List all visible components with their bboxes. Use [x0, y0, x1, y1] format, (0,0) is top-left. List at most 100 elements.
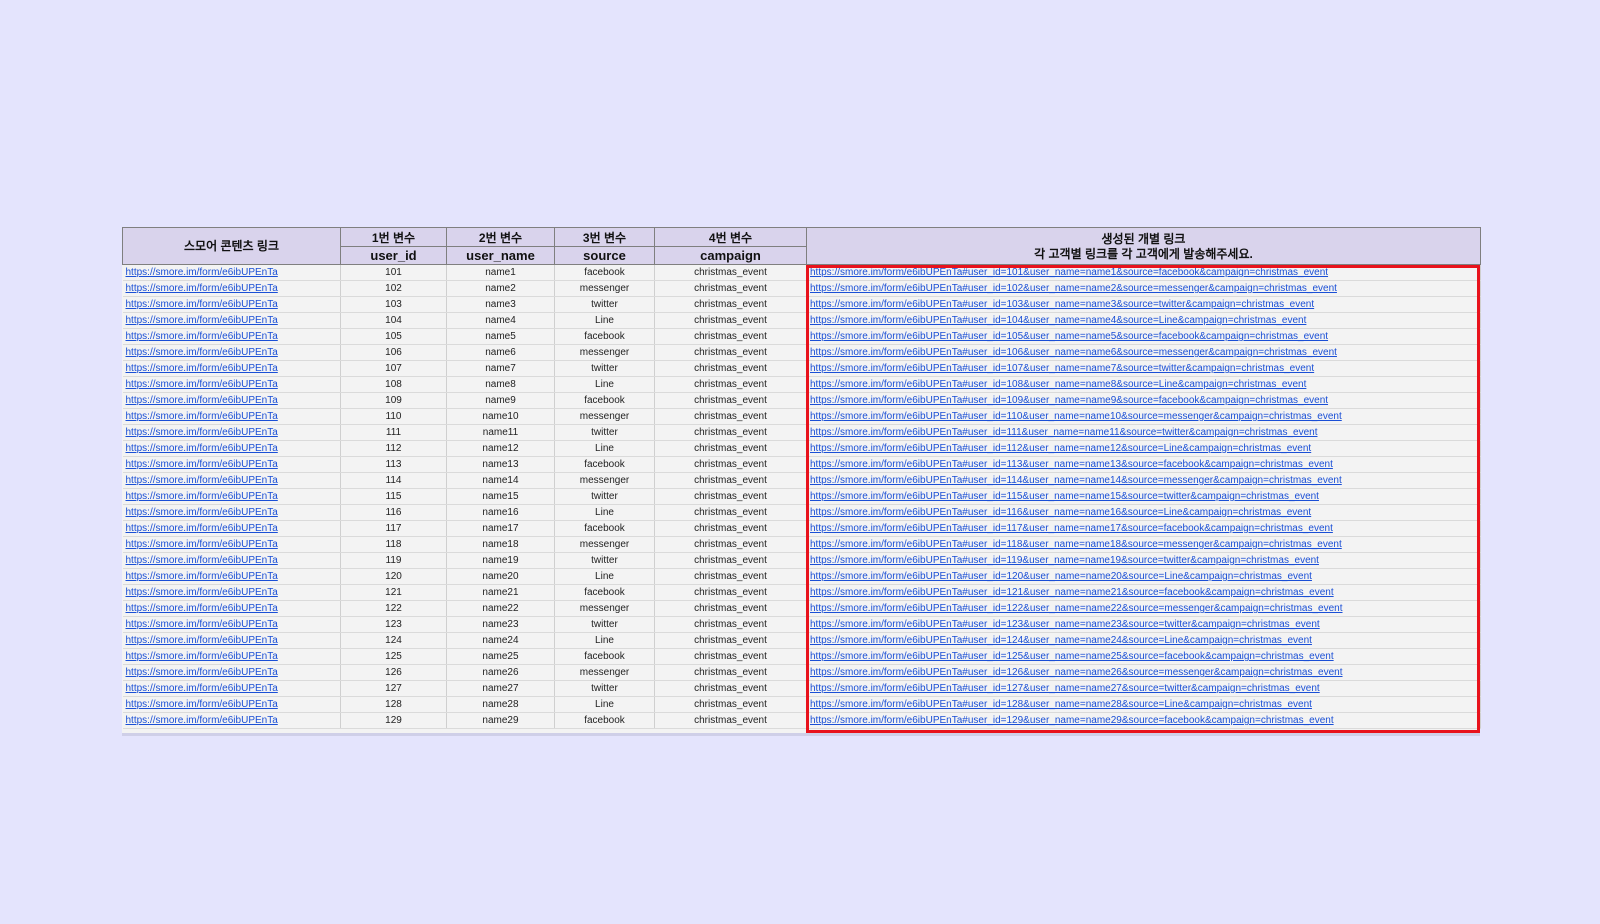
source-cell: Line — [554, 376, 655, 393]
content-link-cell[interactable]: https://smore.im/form/e6ibUPEnTa — [122, 520, 341, 537]
content-link-cell[interactable]: https://smore.im/form/e6ibUPEnTa — [122, 264, 341, 281]
content-link-cell[interactable]: https://smore.im/form/e6ibUPEnTa — [122, 504, 341, 521]
content-link-cell[interactable]: https://smore.im/form/e6ibUPEnTa — [122, 632, 341, 649]
content-link-cell[interactable]: https://smore.im/form/e6ibUPEnTa — [122, 552, 341, 569]
user-id-cell: 126 — [340, 664, 447, 681]
generated-link-cell[interactable]: https://smore.im/form/e6ibUPEnTa#user_id… — [806, 696, 1481, 713]
content-link-cell[interactable]: https://smore.im/form/e6ibUPEnTa — [122, 648, 341, 665]
content-link-cell[interactable]: https://smore.im/form/e6ibUPEnTa — [122, 664, 341, 681]
source-cell: Line — [554, 568, 655, 585]
user-name-cell: name1 — [446, 264, 555, 281]
user-name-cell: name21 — [446, 584, 555, 601]
generated-link-cell[interactable]: https://smore.im/form/e6ibUPEnTa#user_id… — [806, 312, 1481, 329]
table-row: https://smore.im/form/e6ibUPEnTa 110 name1… — [122, 408, 1481, 425]
user-name-cell: name16 — [446, 504, 555, 521]
campaign-cell: christmas_event — [654, 328, 807, 345]
generated-link-cell[interactable]: https://smore.im/form/e6ibUPEnTa#user_id… — [806, 376, 1481, 393]
generated-link-cell[interactable]: https://smore.im/form/e6ibUPEnTa#user_id… — [806, 632, 1481, 649]
content-link-cell[interactable]: https://smore.im/form/e6ibUPEnTa — [122, 344, 341, 361]
header-content-link: 스모어 콘텐츠 링크 — [122, 227, 341, 265]
user-id-cell: 123 — [340, 616, 447, 633]
content-link-cell[interactable]: https://smore.im/form/e6ibUPEnTa — [122, 584, 341, 601]
user-id-cell: 104 — [340, 312, 447, 329]
content-link-cell[interactable]: https://smore.im/form/e6ibUPEnTa — [122, 616, 341, 633]
content-link-cell[interactable]: https://smore.im/form/e6ibUPEnTa — [122, 488, 341, 505]
header-source: source — [554, 246, 655, 265]
user-id-cell: 108 — [340, 376, 447, 393]
link-table: 스모어 콘텐츠 링크 1번 변수 2번 변수 3번 변수 4번 변수 생성된 개… — [122, 227, 1481, 729]
generated-link-cell[interactable]: https://smore.im/form/e6ibUPEnTa#user_id… — [806, 440, 1481, 457]
generated-link-cell[interactable]: https://smore.im/form/e6ibUPEnTa#user_id… — [806, 536, 1481, 553]
generated-link-cell[interactable]: https://smore.im/form/e6ibUPEnTa#user_id… — [806, 392, 1481, 409]
generated-link-cell[interactable]: https://smore.im/form/e6ibUPEnTa#user_id… — [806, 488, 1481, 505]
table-row: https://smore.im/form/e6ibUPEnTa 127 name2… — [122, 680, 1481, 697]
generated-link-cell[interactable]: https://smore.im/form/e6ibUPEnTa#user_id… — [806, 408, 1481, 425]
generated-link-cell[interactable]: https://smore.im/form/e6ibUPEnTa#user_id… — [806, 328, 1481, 345]
source-cell: facebook — [554, 264, 655, 281]
campaign-cell: christmas_event — [654, 456, 807, 473]
generated-link-cell[interactable]: https://smore.im/form/e6ibUPEnTa#user_id… — [806, 360, 1481, 377]
generated-link-cell[interactable]: https://smore.im/form/e6ibUPEnTa#user_id… — [806, 664, 1481, 681]
source-cell: messenger — [554, 344, 655, 361]
generated-link-cell[interactable]: https://smore.im/form/e6ibUPEnTa#user_id… — [806, 264, 1481, 281]
content-link-cell[interactable]: https://smore.im/form/e6ibUPEnTa — [122, 696, 341, 713]
campaign-cell: christmas_event — [654, 552, 807, 569]
content-link-cell[interactable]: https://smore.im/form/e6ibUPEnTa — [122, 328, 341, 345]
campaign-cell: christmas_event — [654, 488, 807, 505]
content-link-cell[interactable]: https://smore.im/form/e6ibUPEnTa — [122, 296, 341, 313]
user-name-cell: name5 — [446, 328, 555, 345]
user-id-cell: 106 — [340, 344, 447, 361]
generated-link-cell[interactable]: https://smore.im/form/e6ibUPEnTa#user_id… — [806, 712, 1481, 729]
generated-link-cell[interactable]: https://smore.im/form/e6ibUPEnTa#user_id… — [806, 456, 1481, 473]
generated-link-cell[interactable]: https://smore.im/form/e6ibUPEnTa#user_id… — [806, 424, 1481, 441]
table-row: https://smore.im/form/e6ibUPEnTa 122 name2… — [122, 600, 1481, 617]
content-link-cell[interactable]: https://smore.im/form/e6ibUPEnTa — [122, 312, 341, 329]
user-name-cell: name14 — [446, 472, 555, 489]
generated-link-cell[interactable]: https://smore.im/form/e6ibUPEnTa#user_id… — [806, 616, 1481, 633]
content-link-cell[interactable]: https://smore.im/form/e6ibUPEnTa — [122, 536, 341, 553]
generated-link-cell[interactable]: https://smore.im/form/e6ibUPEnTa#user_id… — [806, 504, 1481, 521]
user-name-cell: name13 — [446, 456, 555, 473]
generated-link-cell[interactable]: https://smore.im/form/e6ibUPEnTa#user_id… — [806, 584, 1481, 601]
user-name-cell: name27 — [446, 680, 555, 697]
campaign-cell: christmas_event — [654, 712, 807, 729]
generated-link-cell[interactable]: https://smore.im/form/e6ibUPEnTa#user_id… — [806, 472, 1481, 489]
user-id-cell: 127 — [340, 680, 447, 697]
generated-link-cell[interactable]: https://smore.im/form/e6ibUPEnTa#user_id… — [806, 520, 1481, 537]
content-link-cell[interactable]: https://smore.im/form/e6ibUPEnTa — [122, 280, 341, 297]
generated-link-cell[interactable]: https://smore.im/form/e6ibUPEnTa#user_id… — [806, 552, 1481, 569]
generated-link-cell[interactable]: https://smore.im/form/e6ibUPEnTa#user_id… — [806, 296, 1481, 313]
content-link-cell[interactable]: https://smore.im/form/e6ibUPEnTa — [122, 680, 341, 697]
source-cell: messenger — [554, 408, 655, 425]
content-link-cell[interactable]: https://smore.im/form/e6ibUPEnTa — [122, 424, 341, 441]
campaign-cell: christmas_event — [654, 344, 807, 361]
generated-link-cell[interactable]: https://smore.im/form/e6ibUPEnTa#user_id… — [806, 648, 1481, 665]
campaign-cell: christmas_event — [654, 536, 807, 553]
generated-link-cell[interactable]: https://smore.im/form/e6ibUPEnTa#user_id… — [806, 680, 1481, 697]
content-link-cell[interactable]: https://smore.im/form/e6ibUPEnTa — [122, 456, 341, 473]
table-row: https://smore.im/form/e6ibUPEnTa 107 name7… — [122, 360, 1481, 377]
content-link-cell[interactable]: https://smore.im/form/e6ibUPEnTa — [122, 408, 341, 425]
content-link-cell[interactable]: https://smore.im/form/e6ibUPEnTa — [122, 600, 341, 617]
source-cell: facebook — [554, 456, 655, 473]
source-cell: twitter — [554, 680, 655, 697]
source-cell: messenger — [554, 600, 655, 617]
table-row: https://smore.im/form/e6ibUPEnTa 114 name1… — [122, 472, 1481, 489]
generated-link-cell[interactable]: https://smore.im/form/e6ibUPEnTa#user_id… — [806, 280, 1481, 297]
header-var4-label: 4번 변수 — [654, 227, 807, 247]
generated-link-cell[interactable]: https://smore.im/form/e6ibUPEnTa#user_id… — [806, 568, 1481, 585]
content-link-cell[interactable]: https://smore.im/form/e6ibUPEnTa — [122, 472, 341, 489]
header-user-name: user_name — [446, 246, 555, 265]
generated-link-cell[interactable]: https://smore.im/form/e6ibUPEnTa#user_id… — [806, 344, 1481, 361]
content-link-cell[interactable]: https://smore.im/form/e6ibUPEnTa — [122, 392, 341, 409]
content-link-cell[interactable]: https://smore.im/form/e6ibUPEnTa — [122, 360, 341, 377]
user-id-cell: 112 — [340, 440, 447, 457]
content-link-cell[interactable]: https://smore.im/form/e6ibUPEnTa — [122, 440, 341, 457]
user-name-cell: name2 — [446, 280, 555, 297]
user-name-cell: name26 — [446, 664, 555, 681]
content-link-cell[interactable]: https://smore.im/form/e6ibUPEnTa — [122, 376, 341, 393]
generated-link-cell[interactable]: https://smore.im/form/e6ibUPEnTa#user_id… — [806, 600, 1481, 617]
content-link-cell[interactable]: https://smore.im/form/e6ibUPEnTa — [122, 568, 341, 585]
header-var2-label: 2번 변수 — [446, 227, 555, 247]
content-link-cell[interactable]: https://smore.im/form/e6ibUPEnTa — [122, 712, 341, 729]
